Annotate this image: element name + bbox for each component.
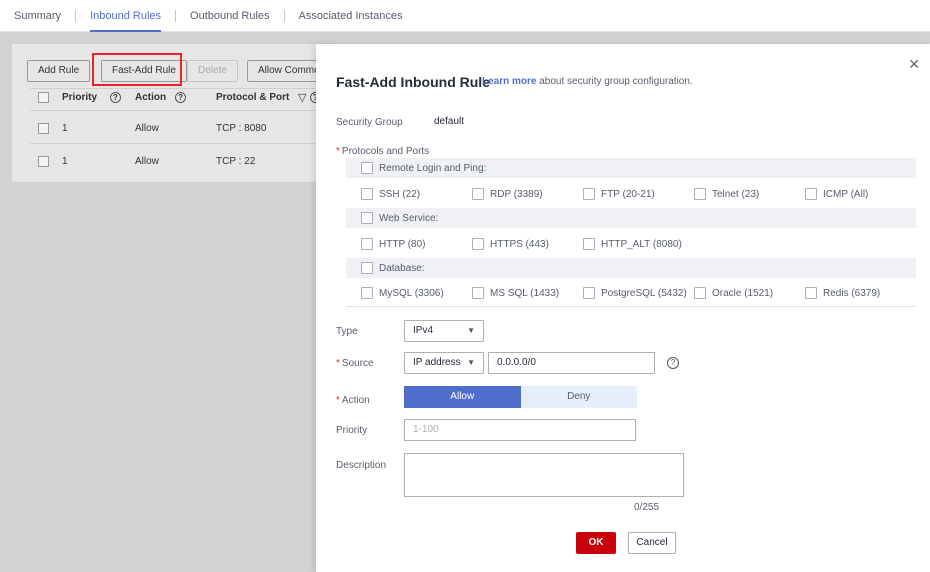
option-checkbox[interactable] bbox=[583, 287, 595, 299]
source-type-select[interactable]: IP address ▼ bbox=[404, 352, 484, 374]
chevron-down-icon: ▼ bbox=[467, 358, 475, 367]
close-icon[interactable]: ✕ bbox=[908, 56, 920, 73]
option-checkbox[interactable] bbox=[361, 238, 373, 250]
tab-outbound-rules[interactable]: Outbound Rules bbox=[176, 0, 284, 32]
ok-button[interactable]: OK bbox=[576, 532, 616, 554]
action-allow-button[interactable]: Allow bbox=[404, 386, 521, 408]
option-https[interactable]: HTTPS (443) bbox=[472, 238, 583, 250]
drawer-title: Fast-Add Inbound Rule bbox=[336, 74, 490, 90]
group-label: Web Service: bbox=[379, 212, 439, 224]
option-redis[interactable]: Redis (6379) bbox=[805, 287, 916, 299]
option-checkbox[interactable] bbox=[805, 188, 817, 200]
help-icon[interactable]: ? bbox=[110, 92, 121, 103]
option-rdp[interactable]: RDP (3389) bbox=[472, 188, 583, 200]
tab-bar: Summary Inbound Rules Outbound Rules Ass… bbox=[0, 0, 930, 32]
divider bbox=[30, 110, 320, 111]
filter-icon[interactable]: ▽ bbox=[298, 91, 306, 104]
priority-input[interactable]: 1-100 bbox=[404, 419, 636, 441]
group-label: Remote Login and Ping: bbox=[379, 162, 487, 174]
group-checkbox[interactable] bbox=[361, 212, 373, 224]
learn-more-text: Learn more about security group configur… bbox=[482, 76, 693, 87]
divider bbox=[346, 306, 916, 307]
options-row: HTTP (80) HTTPS (443) HTTP_ALT (8080) bbox=[346, 233, 916, 255]
option-checkbox[interactable] bbox=[694, 287, 706, 299]
source-label: * Source bbox=[336, 358, 374, 369]
option-checkbox[interactable] bbox=[805, 287, 817, 299]
option-ssh[interactable]: SSH (22) bbox=[361, 188, 472, 200]
type-label: Type bbox=[336, 326, 358, 337]
option-ftp[interactable]: FTP (20-21) bbox=[583, 188, 694, 200]
option-telnet[interactable]: Telnet (23) bbox=[694, 188, 805, 200]
options-row: SSH (22) RDP (3389) FTP (20-21) Telnet (… bbox=[346, 183, 916, 205]
option-checkbox[interactable] bbox=[472, 287, 484, 299]
tab-associated-instances[interactable]: Associated Instances bbox=[285, 0, 417, 32]
type-select[interactable]: IPv4 ▼ bbox=[404, 320, 484, 342]
description-counter: 0/255 bbox=[634, 502, 660, 513]
row-protocol-port: TCP : 22 bbox=[216, 156, 256, 167]
select-all-checkbox[interactable] bbox=[38, 92, 49, 103]
priority-label: Priority bbox=[336, 425, 368, 436]
header-priority: Priority bbox=[62, 92, 98, 103]
protocols-box: Remote Login and Ping: SSH (22) RDP (338… bbox=[346, 156, 916, 307]
group-web-service[interactable]: Web Service: bbox=[346, 208, 916, 228]
learn-more-suffix: about security group configuration. bbox=[539, 76, 693, 87]
header-protocol-port: Protocol & Port bbox=[216, 92, 290, 103]
row-priority: 1 bbox=[62, 123, 68, 134]
tab-summary[interactable]: Summary bbox=[0, 0, 75, 32]
option-http[interactable]: HTTP (80) bbox=[361, 238, 472, 250]
option-checkbox[interactable] bbox=[583, 238, 595, 250]
source-ip-input[interactable]: 0.0.0.0/0 bbox=[488, 352, 655, 374]
options-row: MySQL (3306) MS SQL (1433) PostgreSQL (5… bbox=[346, 282, 916, 304]
option-mysql[interactable]: MySQL (3306) bbox=[361, 287, 472, 299]
option-mssql[interactable]: MS SQL (1433) bbox=[472, 287, 583, 299]
group-checkbox[interactable] bbox=[361, 162, 373, 174]
option-oracle[interactable]: Oracle (1521) bbox=[694, 287, 805, 299]
option-checkbox[interactable] bbox=[583, 188, 595, 200]
option-http-alt[interactable]: HTTP_ALT (8080) bbox=[583, 238, 694, 250]
header-action: Action bbox=[135, 92, 167, 103]
action-toggle: Allow Deny bbox=[404, 386, 637, 408]
learn-more-link[interactable]: Learn more bbox=[482, 76, 536, 87]
divider bbox=[30, 88, 320, 89]
security-group-label: Security Group bbox=[336, 117, 403, 128]
row-priority: 1 bbox=[62, 156, 68, 167]
row-checkbox[interactable] bbox=[38, 156, 49, 167]
group-database[interactable]: Database: bbox=[346, 258, 916, 278]
row-action: Allow bbox=[135, 123, 159, 134]
help-icon[interactable]: ? bbox=[175, 92, 186, 103]
option-postgresql[interactable]: PostgreSQL (5432) bbox=[583, 287, 694, 299]
row-action: Allow bbox=[135, 156, 159, 167]
cancel-button[interactable]: Cancel bbox=[628, 532, 676, 554]
row-checkbox[interactable] bbox=[38, 123, 49, 134]
chevron-down-icon: ▼ bbox=[467, 326, 475, 335]
delete-button[interactable]: Delete bbox=[187, 60, 238, 82]
security-group-value: default bbox=[434, 116, 465, 127]
highlight-box bbox=[92, 53, 182, 86]
group-checkbox[interactable] bbox=[361, 262, 373, 274]
group-remote-login[interactable]: Remote Login and Ping: bbox=[346, 158, 916, 178]
action-label: * Action bbox=[336, 395, 370, 406]
option-checkbox[interactable] bbox=[472, 188, 484, 200]
group-label: Database: bbox=[379, 262, 425, 274]
fast-add-drawer: ✕ Fast-Add Inbound Rule Learn more about… bbox=[316, 44, 930, 572]
description-label: Description bbox=[336, 460, 387, 471]
tab-inbound-rules[interactable]: Inbound Rules bbox=[76, 0, 175, 32]
help-icon[interactable]: ? bbox=[667, 357, 679, 369]
option-checkbox[interactable] bbox=[472, 238, 484, 250]
row-protocol-port: TCP : 8080 bbox=[216, 123, 267, 134]
allow-common-button[interactable]: Allow Commor bbox=[247, 60, 317, 82]
option-checkbox[interactable] bbox=[361, 287, 373, 299]
source-type-value: IP address bbox=[413, 357, 461, 368]
description-textarea[interactable] bbox=[404, 453, 684, 497]
type-value: IPv4 bbox=[413, 325, 434, 336]
add-rule-button[interactable]: Add Rule bbox=[27, 60, 91, 82]
option-checkbox[interactable] bbox=[361, 188, 373, 200]
option-checkbox[interactable] bbox=[694, 188, 706, 200]
action-deny-button[interactable]: Deny bbox=[520, 386, 637, 408]
option-icmp[interactable]: ICMP (All) bbox=[805, 188, 916, 200]
divider bbox=[30, 143, 320, 144]
